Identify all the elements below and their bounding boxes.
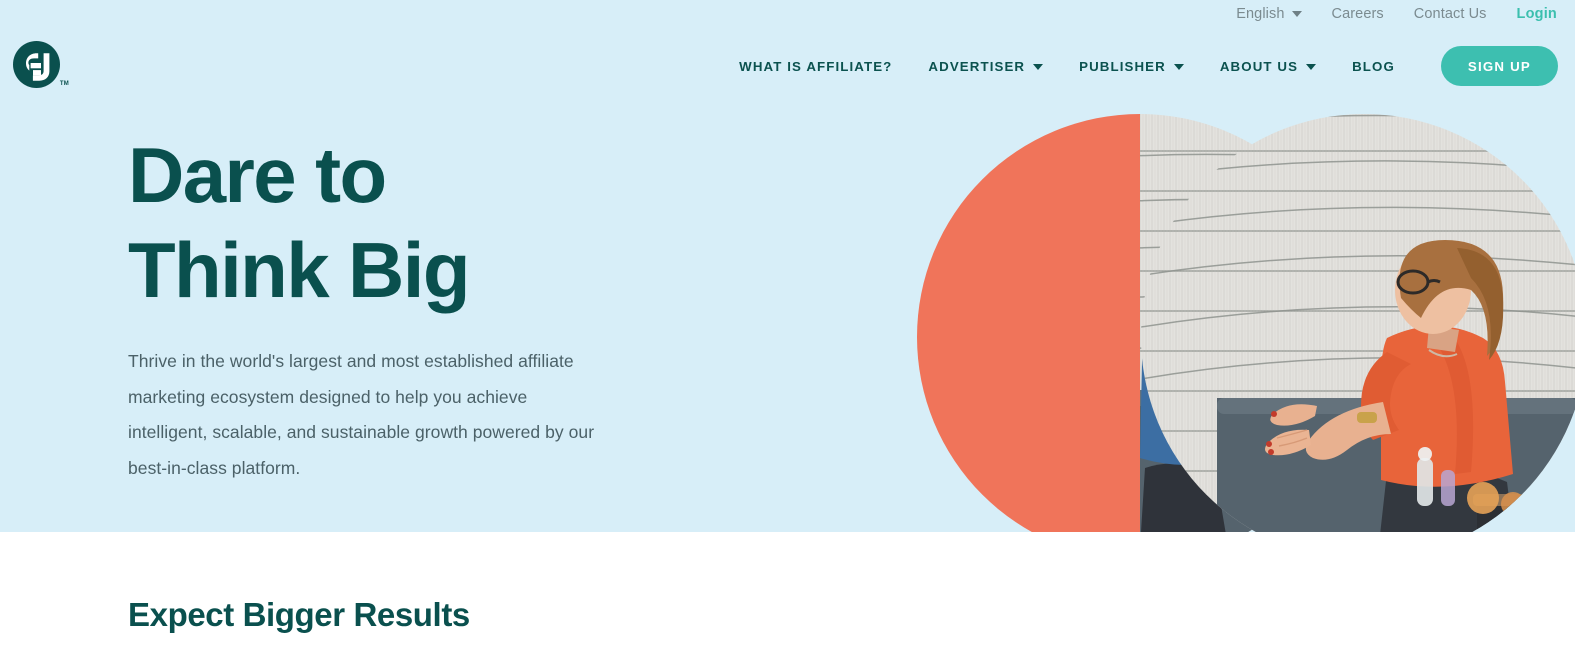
hero-copy: Dare to Think Big Thrive in the world's … (128, 128, 648, 486)
cj-monogram-icon (13, 41, 60, 88)
nav-item-blog[interactable]: BLOG (1334, 59, 1413, 74)
nav-label: BLOG (1352, 58, 1395, 74)
cj-logo[interactable]: TM (13, 41, 69, 88)
sign-up-button[interactable]: SIGN UP (1440, 46, 1558, 86)
utility-link-careers[interactable]: Careers (1332, 7, 1384, 22)
main-navbar: WHAT IS AFFILIATE? ADVERTISER PUBLISHER … (0, 44, 1575, 88)
nav-item-about-us[interactable]: ABOUT US (1202, 59, 1334, 74)
nav-label: ABOUT US (1219, 58, 1299, 74)
trademark-mark: TM (59, 81, 69, 87)
nav-label: WHAT IS AFFILIATE? (739, 58, 893, 74)
hero-artwork (917, 112, 1575, 532)
chevron-down-icon (1306, 64, 1317, 70)
utility-navbar: English Careers Contact Us Login (0, 0, 1575, 28)
hero-subtitle: Thrive in the world's largest and most e… (128, 351, 595, 478)
chevron-down-icon (1291, 11, 1302, 17)
landing-page: Dare to Think Big Thrive in the world's … (0, 0, 1575, 648)
nav-item-publisher[interactable]: PUBLISHER (1061, 59, 1202, 74)
utility-link-contact-us[interactable]: Contact Us (1414, 7, 1487, 22)
language-selector[interactable]: English (1236, 5, 1302, 22)
coral-half-disc (917, 114, 1140, 532)
nav-item-advertiser[interactable]: ADVERTISER (910, 59, 1061, 74)
nav-label: ADVERTISER (928, 58, 1026, 74)
hero-title-line-1: Dare to (128, 131, 387, 219)
page-title: Dare to Think Big (128, 128, 648, 318)
nav-item-what-is-affiliate[interactable]: WHAT IS AFFILIATE? (721, 59, 910, 74)
section-heading-expect-bigger-results: Expect Bigger Results (128, 596, 470, 633)
language-label: English (1236, 5, 1285, 22)
nav-label: PUBLISHER (1079, 58, 1166, 74)
chevron-down-icon (1033, 64, 1044, 70)
login-link[interactable]: Login (1517, 6, 1557, 22)
hero-title-line-2: Think Big (128, 226, 471, 314)
chevron-down-icon (1173, 64, 1184, 70)
